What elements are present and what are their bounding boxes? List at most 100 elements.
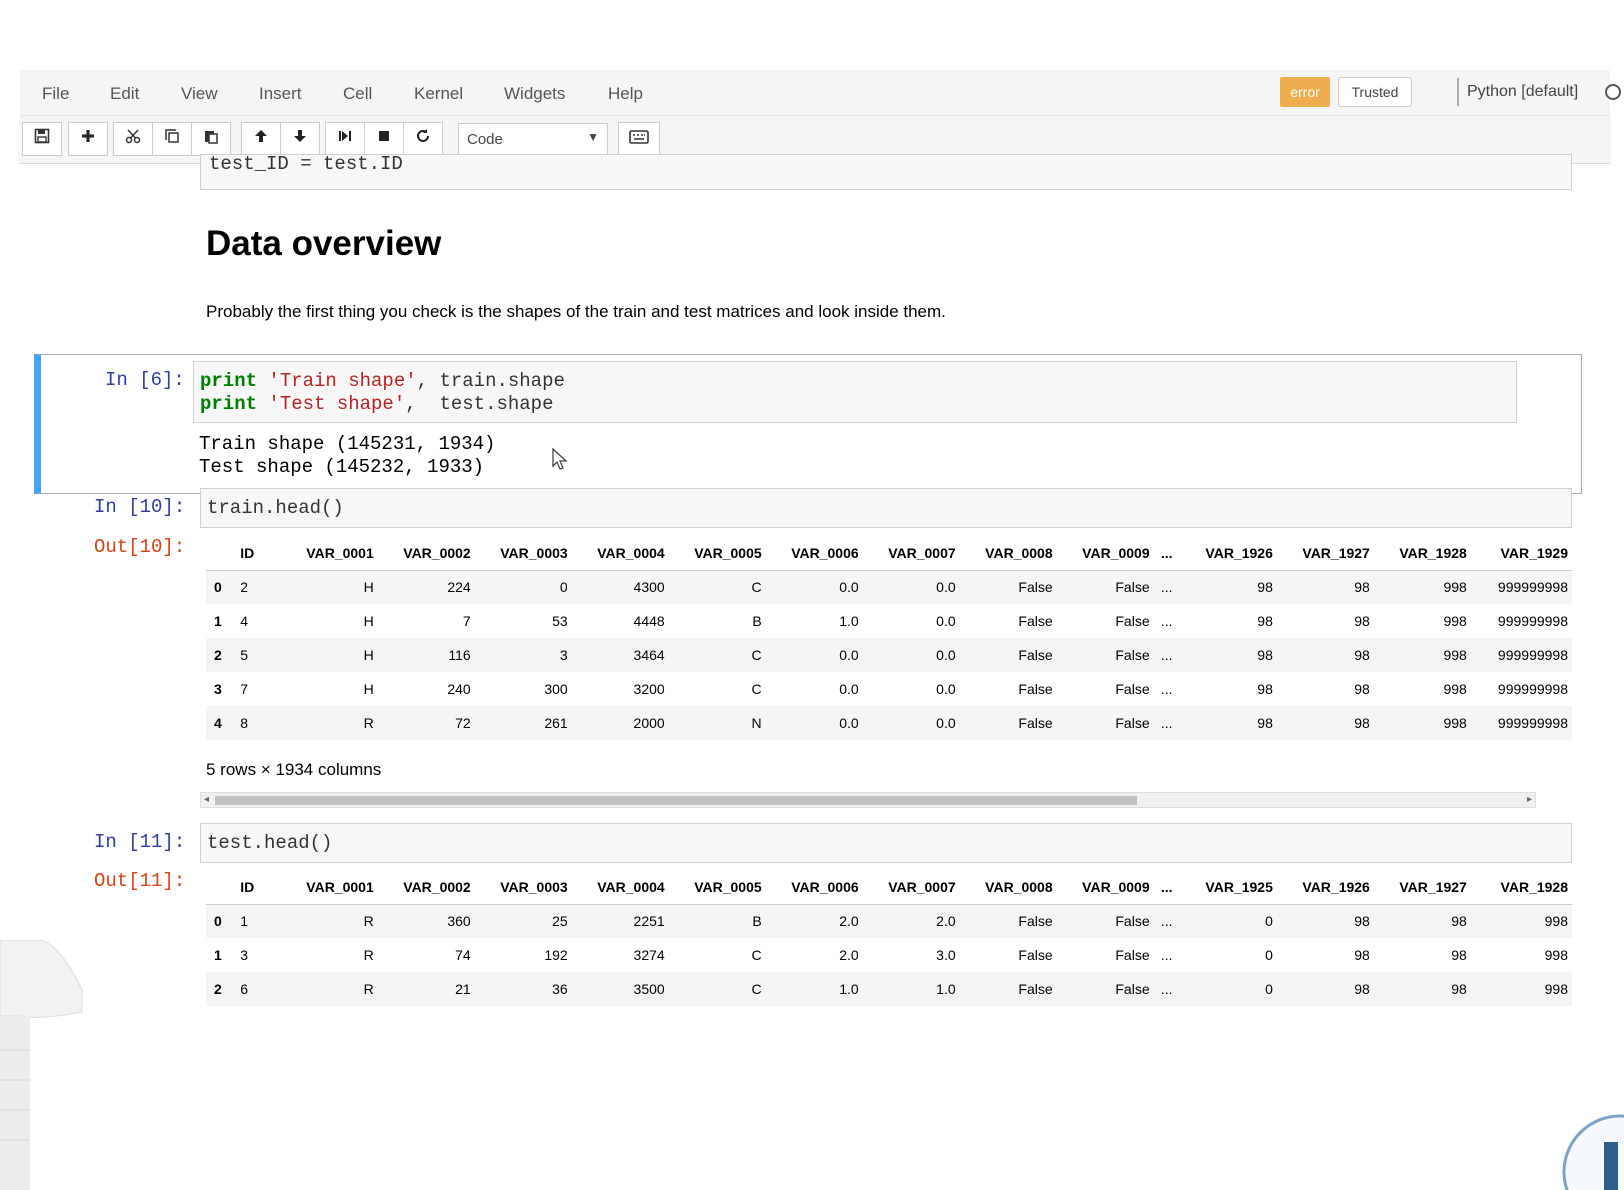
table-cell: C [751,947,762,963]
table-cell: 0 [1265,947,1273,963]
column-header: VAR_1926 [1179,536,1277,571]
previous-code-cell[interactable]: test_ID = test.ID [200,154,1572,190]
table-cell: 98 [1276,570,1374,604]
table-cell: 240 [447,681,471,697]
menu-edit[interactable]: Edit [110,84,139,104]
keyword: print [200,370,258,392]
table-cell: ... [1153,706,1180,740]
table-cell: C [751,681,762,697]
table-cell: False [1056,706,1154,740]
code-input[interactable]: test.head() [200,823,1572,863]
stop-button[interactable] [364,122,404,156]
column-header: VAR_0005 [668,536,766,571]
table-cell: 1.0 [765,972,863,1006]
table-cell: False [1115,681,1150,697]
mouse-cursor-icon [552,447,568,475]
table-row: 0 2 H 224 0 4300 C 0.0 0.0 False False... 98 98 998 99… [206,570,1572,604]
table-cell: 300 [544,681,568,697]
command-palette-button[interactable] [618,122,660,156]
table-cell: 998 [1470,972,1572,1006]
scrollbar-thumb[interactable] [215,796,1137,805]
menu-view[interactable]: View [181,84,218,104]
table-row: 4 8 R 72 261 2000 N 0.0 0.0 False False... 98 98 998 9… [206,706,1572,740]
column-header: VAR_0004 [571,536,669,571]
table-cell: 0 [1179,904,1277,938]
row-index: 3 [214,681,222,697]
table-cell: 999999998 [1470,706,1572,740]
copy-button[interactable] [152,122,192,156]
table-cell: 360 [377,904,475,938]
table-row: 2 5 H 116 3 3464 C 0.0 0.0 False False... 98 98 998 99… [206,638,1572,672]
column-header: VAR_0003 [474,536,572,571]
table-cell: 999999998 [1470,638,1572,672]
kernel-name: Python [default] [1467,83,1579,100]
table-cell: False [959,904,1057,938]
table-cell: 998 [1373,570,1471,604]
insert-cell-button[interactable] [68,122,108,156]
menu-insert[interactable]: Insert [259,84,302,104]
table-row: 2 6 R 21 36 3500 C 1.0 1.0 False False... 0 98 98 998 [206,972,1572,1006]
column-header: VAR_0005 [668,870,766,905]
table-cell: 98 [1276,706,1374,740]
dataframe-train: ID VAR_0001 VAR_0002 VAR_0003 VAR_0004 V… [206,536,1572,740]
table-cell: False [1115,613,1150,629]
table-cell: 6 [236,972,281,1006]
table-cell: 999999998 [1470,570,1572,604]
save-button[interactable] [22,122,62,156]
column-header: VAR_0008 [959,870,1057,905]
table-cell: 999999998 [1497,681,1568,697]
paste-button[interactable] [191,122,231,156]
table-cell: 0 [474,570,572,604]
table-cell: 0.0 [839,681,859,697]
scroll-right-icon[interactable]: ▸ [1527,793,1532,807]
table-cell: 7 [462,613,471,629]
arrow-down-icon [292,129,308,148]
code-input[interactable]: train.head() [200,488,1572,528]
column-header: VAR_1926 [1276,870,1374,905]
input-prompt: In [11]: [94,831,186,853]
menu-kernel[interactable]: Kernel [414,84,463,104]
markdown-heading: Data overview [206,224,442,263]
move-down-button[interactable] [280,122,320,156]
restart-button[interactable] [403,122,443,156]
move-up-button[interactable] [241,122,281,156]
menu-file[interactable]: File [42,84,69,104]
table-cell: 98 [1354,947,1370,963]
table-cell: H [363,681,374,697]
table-cell: 25 [474,904,572,938]
table-cell: 98 [1354,681,1370,697]
kernel-idle-icon [1605,84,1621,100]
cell-type-select[interactable]: Code ▼ [458,123,608,155]
table-cell: 98 [1451,947,1467,963]
menu-cell[interactable]: Cell [343,84,372,104]
table-cell: 5 [236,638,281,672]
table-row: 1 3 R 74 192 3274 C 2.0 3.0 False False... 0 98 98 998 [206,938,1572,972]
table-cell: 72 [377,706,475,740]
row-index: 1 [214,947,222,963]
kernel-status-badge[interactable]: error [1280,77,1330,107]
trusted-badge[interactable]: Trusted [1338,77,1412,107]
previous-code-line: test_ID = test.ID [209,154,403,175]
table-cell: 74 [455,947,471,963]
input-prompt: In [10]: [94,496,186,518]
scroll-left-icon[interactable]: ◂ [204,793,209,807]
table-cell: 98 [1276,904,1374,938]
table-cell: ... [1160,681,1173,697]
table-row: 0 1 R 360 25 2251 B 2.0 2.0 False False... 0 98 98 998 [206,904,1572,938]
table-cell: False [959,638,1057,672]
menu-help[interactable]: Help [608,84,643,104]
selected-cell[interactable]: In [6]: print 'Train shape', train.shape… [34,354,1582,494]
restart-icon [415,129,431,148]
table-cell: 2000 [571,706,669,740]
table-cell: 3500 [571,972,669,1006]
column-header: VAR_1928 [1373,536,1471,571]
horizontal-scrollbar[interactable]: ◂ ▸ [200,792,1536,808]
string-literal: 'Test shape' [257,393,406,415]
cut-button[interactable] [113,122,153,156]
table-cell: 4300 [571,570,669,604]
code-input[interactable]: print 'Train shape', train.shape print '… [193,361,1517,423]
menu-widgets[interactable]: Widgets [504,84,565,104]
column-header [206,870,237,905]
table-cell: ... [1160,947,1173,963]
run-next-button[interactable] [325,122,365,156]
